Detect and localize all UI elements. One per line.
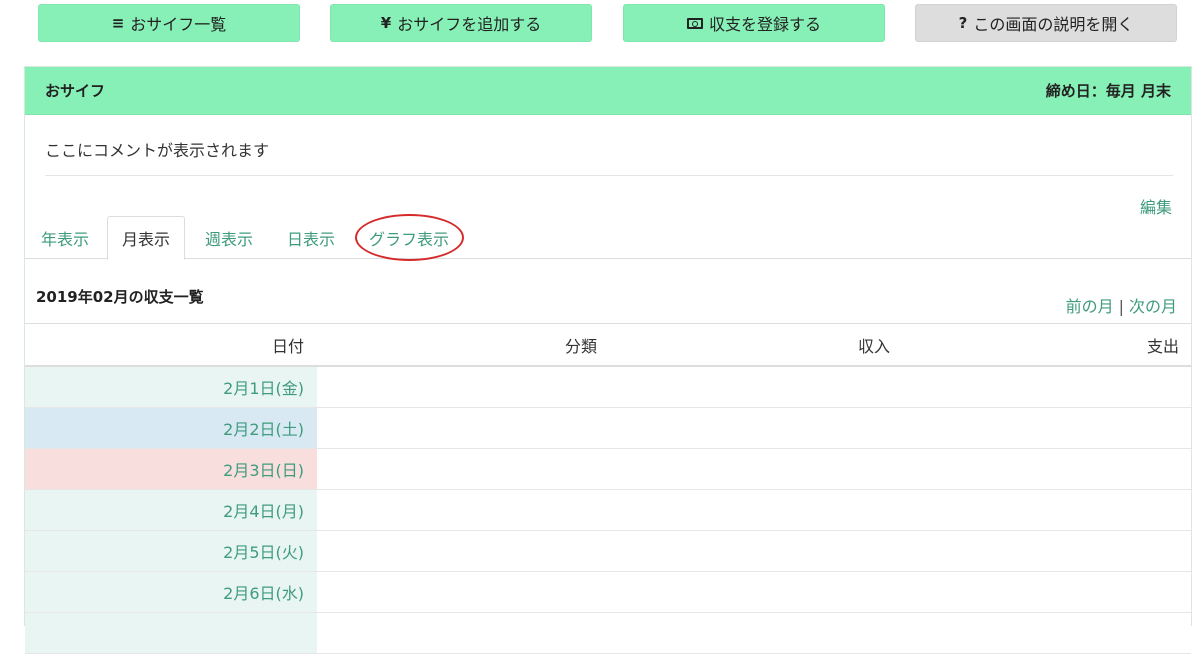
table-header: 日付 分類 収入 支出 bbox=[25, 324, 1191, 367]
row-date-partial bbox=[25, 613, 317, 653]
register-transaction-button[interactable]: 収支を登録する bbox=[623, 4, 885, 42]
closing-day: 締め日：毎月 月末 bbox=[1045, 82, 1171, 100]
tab-day[interactable]: 日表示 bbox=[273, 216, 349, 259]
panel-header: おサイフ 締め日：毎月 月末 bbox=[25, 67, 1191, 115]
edit-link[interactable]: 編集 bbox=[1140, 194, 1172, 218]
add-wallet-button[interactable]: ¥ おサイフを追加する bbox=[330, 4, 592, 42]
row-values bbox=[317, 572, 1191, 612]
row-values bbox=[317, 449, 1191, 489]
register-transaction-label: 収支を登録する bbox=[708, 15, 821, 34]
view-tabs: 年表示 月表示 週表示 日表示 グラフ表示 bbox=[25, 216, 1191, 260]
row-values bbox=[317, 367, 1191, 407]
row-date-link[interactable]: 2月2日(土) bbox=[25, 408, 317, 448]
prev-month-link[interactable]: 前の月 bbox=[1066, 297, 1114, 316]
next-month-link[interactable]: 次の月 bbox=[1129, 297, 1177, 316]
tab-year[interactable]: 年表示 bbox=[27, 216, 103, 259]
transaction-table: 日付 分類 収入 支出 2月1日(金) 2月2日(土) 2月3日(日) 2月4日… bbox=[25, 323, 1191, 654]
nav-separator: | bbox=[1118, 297, 1124, 316]
add-wallet-label: おサイフを追加する bbox=[397, 15, 542, 34]
question-icon: ? bbox=[958, 14, 968, 32]
month-navigation: 前の月 | 次の月 bbox=[1066, 293, 1177, 317]
table-row: 2月1日(金) bbox=[25, 367, 1191, 408]
row-values bbox=[317, 490, 1191, 530]
row-date-link[interactable]: 2月6日(水) bbox=[25, 572, 317, 612]
help-label: この画面の説明を開く bbox=[973, 15, 1134, 34]
row-date-link[interactable]: 2月5日(火) bbox=[25, 531, 317, 571]
table-row: 2月3日(日) bbox=[25, 449, 1191, 490]
divider bbox=[45, 175, 1173, 176]
table-row: 2月5日(火) bbox=[25, 531, 1191, 572]
row-date-link[interactable]: 2月1日(金) bbox=[25, 367, 317, 407]
row-values bbox=[317, 613, 1191, 653]
header-income: 収入 bbox=[857, 336, 890, 356]
help-button[interactable]: ? この画面の説明を開く bbox=[915, 4, 1177, 42]
tab-graph[interactable]: グラフ表示 bbox=[355, 216, 463, 259]
row-values bbox=[317, 531, 1191, 571]
row-date-link[interactable]: 2月3日(日) bbox=[25, 449, 317, 489]
table-row: 2月4日(月) bbox=[25, 490, 1191, 531]
table-row: 2月6日(水) bbox=[25, 572, 1191, 613]
list-title: 2019年02月の収支一覧 bbox=[36, 288, 204, 306]
wallet-comment: ここにコメントが表示されます bbox=[45, 141, 270, 160]
yen-icon: ¥ bbox=[380, 14, 392, 32]
toolbar: ≡ おサイフ一覧 ¥ おサイフを追加する 収支を登録する ? この画面の説明を開… bbox=[0, 0, 1201, 48]
header-category: 分類 bbox=[564, 336, 597, 356]
table-row bbox=[25, 613, 1191, 654]
table-row: 2月2日(土) bbox=[25, 408, 1191, 449]
money-icon bbox=[686, 17, 703, 29]
tab-week[interactable]: 週表示 bbox=[191, 216, 267, 259]
tab-month[interactable]: 月表示 bbox=[107, 216, 186, 260]
wallet-panel: おサイフ 締め日：毎月 月末 ここにコメントが表示されます 編集 年表示 月表示… bbox=[24, 66, 1192, 654]
wallet-list-button[interactable]: ≡ おサイフ一覧 bbox=[38, 4, 300, 42]
list-icon: ≡ bbox=[111, 14, 125, 32]
wallet-list-label: おサイフ一覧 bbox=[130, 15, 227, 34]
header-date: 日付 bbox=[271, 336, 304, 356]
panel-title: おサイフ bbox=[45, 82, 106, 100]
row-values bbox=[317, 408, 1191, 448]
header-expense: 支出 bbox=[1146, 336, 1179, 356]
row-date-link[interactable]: 2月4日(月) bbox=[25, 490, 317, 530]
